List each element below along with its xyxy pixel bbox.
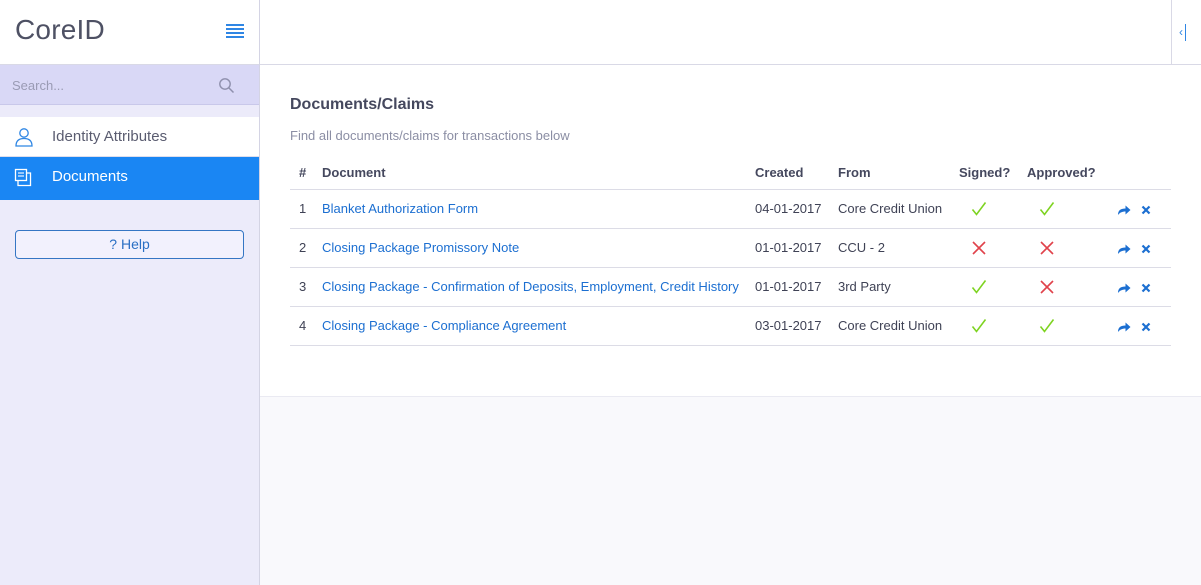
column-header-document: Document <box>322 157 755 190</box>
created-date: 01-01-2017 <box>755 267 838 307</box>
chevron-left-icon: ‹ <box>1179 25 1183 39</box>
row-actions <box>1117 306 1171 346</box>
signed-status <box>959 228 1027 268</box>
share-icon[interactable] <box>1117 204 1131 216</box>
table-header-row: # Document Created From Signed? Approved… <box>290 157 1171 190</box>
signed-status <box>959 267 1027 307</box>
documents-icon <box>14 168 32 187</box>
check-icon <box>971 318 987 333</box>
delete-icon[interactable] <box>1141 283 1151 293</box>
table-row: 4 Closing Package - Compliance Agreement 0… <box>290 306 1171 346</box>
document-link[interactable]: Closing Package - Confirmation of Deposi… <box>322 279 739 294</box>
main-content: Documents/Claims Find all documents/clai… <box>260 65 1201 397</box>
question-icon: ? <box>109 236 117 252</box>
hamburger-menu-icon[interactable] <box>226 23 245 39</box>
delete-icon[interactable] <box>1141 322 1151 332</box>
signed-status <box>959 189 1027 229</box>
column-header-signed: Signed? <box>959 157 1027 190</box>
row-actions <box>1117 189 1171 229</box>
sidebar-item-identity-attributes[interactable]: Identity Attributes <box>0 117 259 157</box>
search-icon[interactable] <box>218 77 235 94</box>
brand-header: CoreID <box>0 0 259 65</box>
approved-status <box>1027 306 1117 346</box>
check-icon <box>1039 201 1055 216</box>
cross-icon <box>1040 280 1054 294</box>
column-header-actions <box>1117 157 1171 190</box>
approved-status <box>1027 189 1117 229</box>
table-row: 2 Closing Package Promissory Note 01-01-20… <box>290 228 1171 268</box>
page-subtitle: Find all documents/claims for transactio… <box>290 128 570 143</box>
document-link[interactable]: Closing Package - Compliance Agreement <box>322 318 566 333</box>
check-icon <box>971 201 987 216</box>
share-icon[interactable] <box>1117 282 1131 294</box>
approved-status <box>1027 267 1117 307</box>
document-link[interactable]: Blanket Authorization Form <box>322 201 478 216</box>
share-icon[interactable] <box>1117 243 1131 255</box>
created-date: 01-01-2017 <box>755 228 838 268</box>
column-header-approved: Approved? <box>1027 157 1117 190</box>
help-label: Help <box>121 236 150 252</box>
page-title: Documents/Claims <box>290 96 435 113</box>
signed-status <box>959 306 1027 346</box>
search-input[interactable] <box>12 75 212 95</box>
sidebar: CoreID Identity Attributes Documents <box>0 0 260 585</box>
row-actions <box>1117 228 1171 268</box>
from-source: Core Credit Union <box>838 306 959 346</box>
table-row: 1 Blanket Authorization Form 04-01-2017 Cor… <box>290 189 1171 229</box>
sidebar-item-documents[interactable]: Documents <box>0 157 259 200</box>
row-number: 4 <box>290 306 322 346</box>
sidebar-item-label: Documents <box>52 168 128 185</box>
check-icon <box>1039 318 1055 333</box>
top-bar: ‹ <box>260 0 1201 65</box>
user-icon <box>15 128 33 147</box>
delete-icon[interactable] <box>1141 205 1151 215</box>
documents-table: # Document Created From Signed? Approved… <box>290 157 1171 346</box>
row-actions <box>1117 267 1171 307</box>
share-icon[interactable] <box>1117 321 1131 333</box>
column-header-number: # <box>290 157 322 190</box>
from-source: 3rd Party <box>838 267 959 307</box>
app-logo-text: CoreID <box>15 14 105 45</box>
check-icon <box>971 279 987 294</box>
approved-status <box>1027 228 1117 268</box>
collapse-panel-button[interactable]: ‹ <box>1171 0 1201 64</box>
column-header-from: From <box>838 157 959 190</box>
collapse-bar-icon <box>1185 24 1186 41</box>
sidebar-item-label: Identity Attributes <box>52 128 168 145</box>
row-number: 2 <box>290 228 322 268</box>
from-source: Core Credit Union <box>838 189 959 229</box>
table-row: 3 Closing Package - Confirmation of Depos… <box>290 267 1171 307</box>
from-source: CCU - 2 <box>838 228 959 268</box>
document-link[interactable]: Closing Package Promissory Note <box>322 240 519 255</box>
sidebar-nav: Identity Attributes Documents <box>0 117 259 200</box>
column-header-created: Created <box>755 157 838 190</box>
created-date: 03-01-2017 <box>755 306 838 346</box>
cross-icon <box>972 241 986 255</box>
cross-icon <box>1040 241 1054 255</box>
help-button[interactable]: ? Help <box>15 230 244 259</box>
row-number: 3 <box>290 267 322 307</box>
created-date: 04-01-2017 <box>755 189 838 229</box>
row-number: 1 <box>290 189 322 229</box>
delete-icon[interactable] <box>1141 244 1151 254</box>
